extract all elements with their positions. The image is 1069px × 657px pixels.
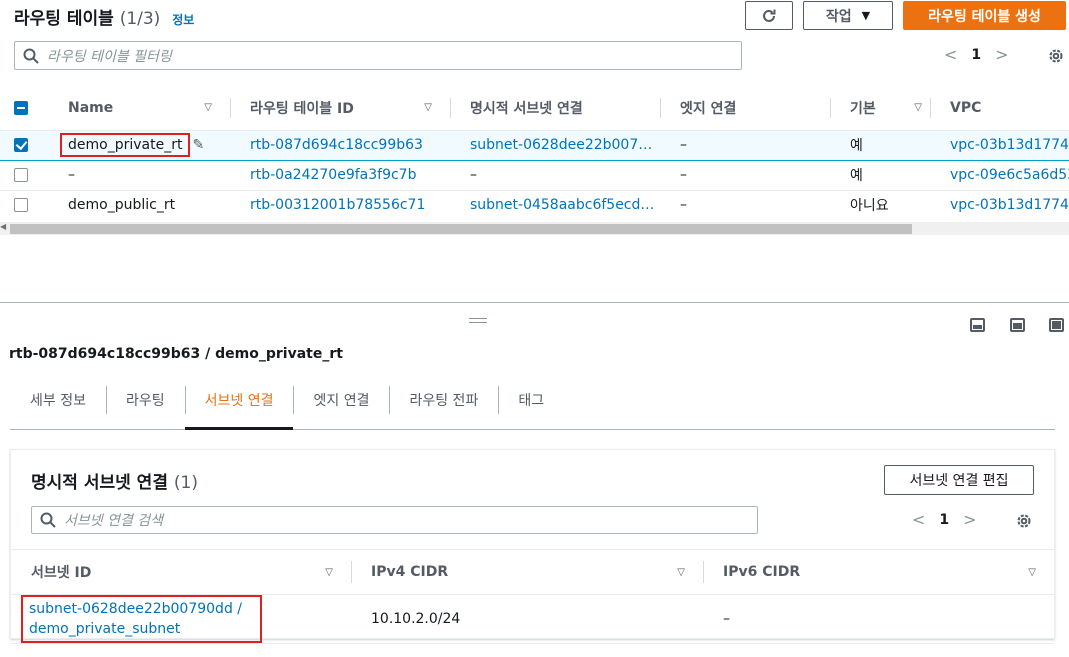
subnet-id-highlight: subnet-0628dee22b00790dd / demo_private_…	[21, 595, 263, 643]
detail-tabs: 세부 정보 라우팅 서브넷 연결 엣지 연결 라우팅 전파 태그	[10, 378, 1055, 430]
sort-icon[interactable]: ▽	[677, 567, 685, 578]
settings-gear-icon[interactable]	[1047, 47, 1065, 65]
main-value: 예	[830, 129, 930, 161]
create-route-table-button[interactable]: 라우팅 테이블 생성	[903, 1, 1066, 30]
table-header-row: Name ▽ 라우팅 테이블 ID ▽ 명시적 서브넷 연결 엣지 연결 기본 ▽ V…	[0, 86, 1069, 131]
column-header-vpc[interactable]: VPC	[930, 86, 1069, 131]
subnet-value: –	[450, 160, 660, 191]
prev-page-icon[interactable]: <	[912, 510, 925, 529]
actions-label: 작업	[825, 8, 852, 25]
row-checkbox[interactable]	[14, 198, 28, 212]
tab-subnet-associations[interactable]: 서브넷 연결	[184, 378, 294, 430]
sort-icon[interactable]: ▽	[1028, 567, 1036, 578]
table-row: subnet-0628dee22b00790dd / demo_private_…	[11, 594, 1054, 644]
row-checkbox[interactable]	[14, 168, 28, 182]
sort-icon[interactable]: ▽	[204, 102, 212, 113]
edge-value: –	[660, 160, 830, 191]
detail-title: rtb-087d694c18cc99b63 / demo_private_rt	[9, 346, 343, 362]
route-tables-title: 라우팅 테이블	[14, 9, 114, 29]
caret-down-icon: ▼	[861, 9, 871, 22]
search-icon	[23, 48, 39, 64]
prev-page-icon[interactable]: <	[944, 45, 957, 64]
tab-route-propagation[interactable]: 라우팅 전파	[389, 378, 498, 422]
pagination: < 1 >	[944, 45, 1009, 64]
page-title: 라우팅 테이블 (1/3) 정보	[14, 4, 194, 29]
scroll-left-icon[interactable]: ◀	[0, 222, 6, 231]
card-title-text: 명시적 서브넷 연결	[31, 473, 168, 493]
subnet-link[interactable]: subnet-0628dee22b007…	[470, 137, 652, 153]
main-value: 예	[830, 160, 930, 191]
edit-pencil-icon[interactable]: ✎	[192, 137, 204, 153]
table-row[interactable]: demo_public_rt rtb-00312001b78556c71 sub…	[0, 190, 1069, 219]
scrollbar-thumb[interactable]	[10, 224, 912, 234]
edit-subnet-associations-button[interactable]: 서브넷 연결 편집	[884, 465, 1034, 495]
route-table-grid: Name ▽ 라우팅 테이블 ID ▽ 명시적 서브넷 연결 엣지 연결 기본 ▽ V…	[0, 86, 1069, 219]
subnet-id-link[interactable]: subnet-0628dee22b00790dd /	[29, 599, 242, 619]
vpc-link[interactable]: vpc-09e6c5a6d538	[950, 167, 1069, 183]
column-header-name[interactable]: Name ▽	[48, 86, 230, 131]
subnet-name-link[interactable]: demo_private_subnet	[29, 619, 242, 639]
row-name: demo_private_rt	[68, 137, 183, 153]
main-value: 아니요	[830, 190, 930, 219]
sort-icon[interactable]: ▽	[325, 567, 333, 578]
column-header-edge[interactable]: 엣지 연결	[660, 86, 830, 131]
split-divider	[0, 302, 1069, 303]
column-header-subnet-id[interactable]: 서브넷 ID ▽	[11, 549, 351, 595]
sort-icon[interactable]: ▽	[914, 102, 922, 113]
select-all-checkbox[interactable]	[14, 100, 28, 115]
row-checkbox[interactable]	[14, 138, 28, 152]
vpc-link[interactable]: vpc-03b13d17747b	[950, 137, 1069, 153]
selection-count: (1/3)	[119, 9, 161, 29]
search-placeholder: 라우팅 테이블 필터링	[47, 48, 172, 65]
table-row[interactable]: – rtb-0a24270e9fa3f9c7b – – 예 vpc-09e6c5…	[0, 160, 1069, 191]
table-row[interactable]: demo_private_rt ✎ rtb-087d694c18cc99b63 s…	[0, 129, 1069, 161]
pagination: < 1 >	[912, 510, 977, 529]
resize-handle-icon[interactable]	[469, 318, 487, 323]
subnet-association-search-input[interactable]: 서브넷 연결 검색	[31, 506, 758, 534]
column-header-id[interactable]: 라우팅 테이블 ID ▽	[230, 86, 450, 131]
row-name: –	[48, 160, 230, 191]
info-link[interactable]: 정보	[172, 13, 194, 27]
row-name: demo_public_rt	[48, 190, 230, 219]
vpc-link[interactable]: vpc-03b13d17747b	[950, 197, 1069, 213]
subnet-associations-table: 서브넷 ID ▽ IPv4 CIDR ▽ IPv6 CIDR ▽ subnet-062…	[11, 549, 1054, 644]
next-page-icon[interactable]: >	[995, 45, 1008, 64]
page-number[interactable]: 1	[939, 512, 949, 528]
card-count: (1)	[173, 473, 198, 493]
actions-button[interactable]: 작업 ▼	[803, 1, 893, 30]
subnet-link[interactable]: subnet-0458aabc6f5ecd…	[470, 197, 654, 213]
tab-routes[interactable]: 라우팅	[105, 378, 185, 422]
edge-value: –	[660, 190, 830, 219]
row-name-highlight: demo_private_rt	[60, 133, 191, 157]
card-title: 명시적 서브넷 연결 (1)	[31, 468, 198, 493]
page-number[interactable]: 1	[971, 47, 981, 63]
settings-gear-icon[interactable]	[1015, 512, 1033, 530]
split-bottom-icon[interactable]	[970, 318, 985, 332]
ipv4-cidr-value: 10.10.2.0/24	[351, 594, 703, 644]
route-table-id-link[interactable]: rtb-087d694c18cc99b63	[250, 137, 423, 153]
refresh-icon	[763, 9, 776, 22]
ipv6-cidr-value: –	[703, 594, 1054, 644]
table-header-row: 서브넷 ID ▽ IPv4 CIDR ▽ IPv6 CIDR ▽	[11, 549, 1054, 595]
column-header-subnet[interactable]: 명시적 서브넷 연결	[450, 86, 660, 131]
tab-edge-associations[interactable]: 엣지 연결	[293, 378, 389, 422]
column-header-ipv4[interactable]: IPv4 CIDR ▽	[351, 549, 703, 595]
search-icon	[40, 512, 56, 528]
route-table-id-link[interactable]: rtb-00312001b78556c71	[250, 197, 425, 213]
split-side-icon[interactable]	[1010, 318, 1025, 332]
sort-icon[interactable]: ▽	[424, 102, 432, 113]
horizontal-scrollbar[interactable]: ◀	[0, 222, 1069, 235]
next-page-icon[interactable]: >	[963, 510, 976, 529]
refresh-button[interactable]	[745, 1, 793, 30]
column-header-ipv6[interactable]: IPv6 CIDR ▽	[703, 549, 1054, 595]
tab-tags[interactable]: 태그	[498, 378, 564, 422]
column-header-main[interactable]: 기본 ▽	[830, 86, 930, 131]
select-all-cell[interactable]	[0, 86, 48, 131]
split-full-icon[interactable]	[1049, 318, 1064, 332]
route-table-id-link[interactable]: rtb-0a24270e9fa3f9c7b	[250, 167, 416, 183]
tab-details[interactable]: 세부 정보	[10, 378, 106, 422]
route-table-filter-input[interactable]: 라우팅 테이블 필터링	[14, 41, 742, 70]
edge-value: –	[660, 129, 830, 161]
search-placeholder: 서브넷 연결 검색	[64, 513, 164, 529]
